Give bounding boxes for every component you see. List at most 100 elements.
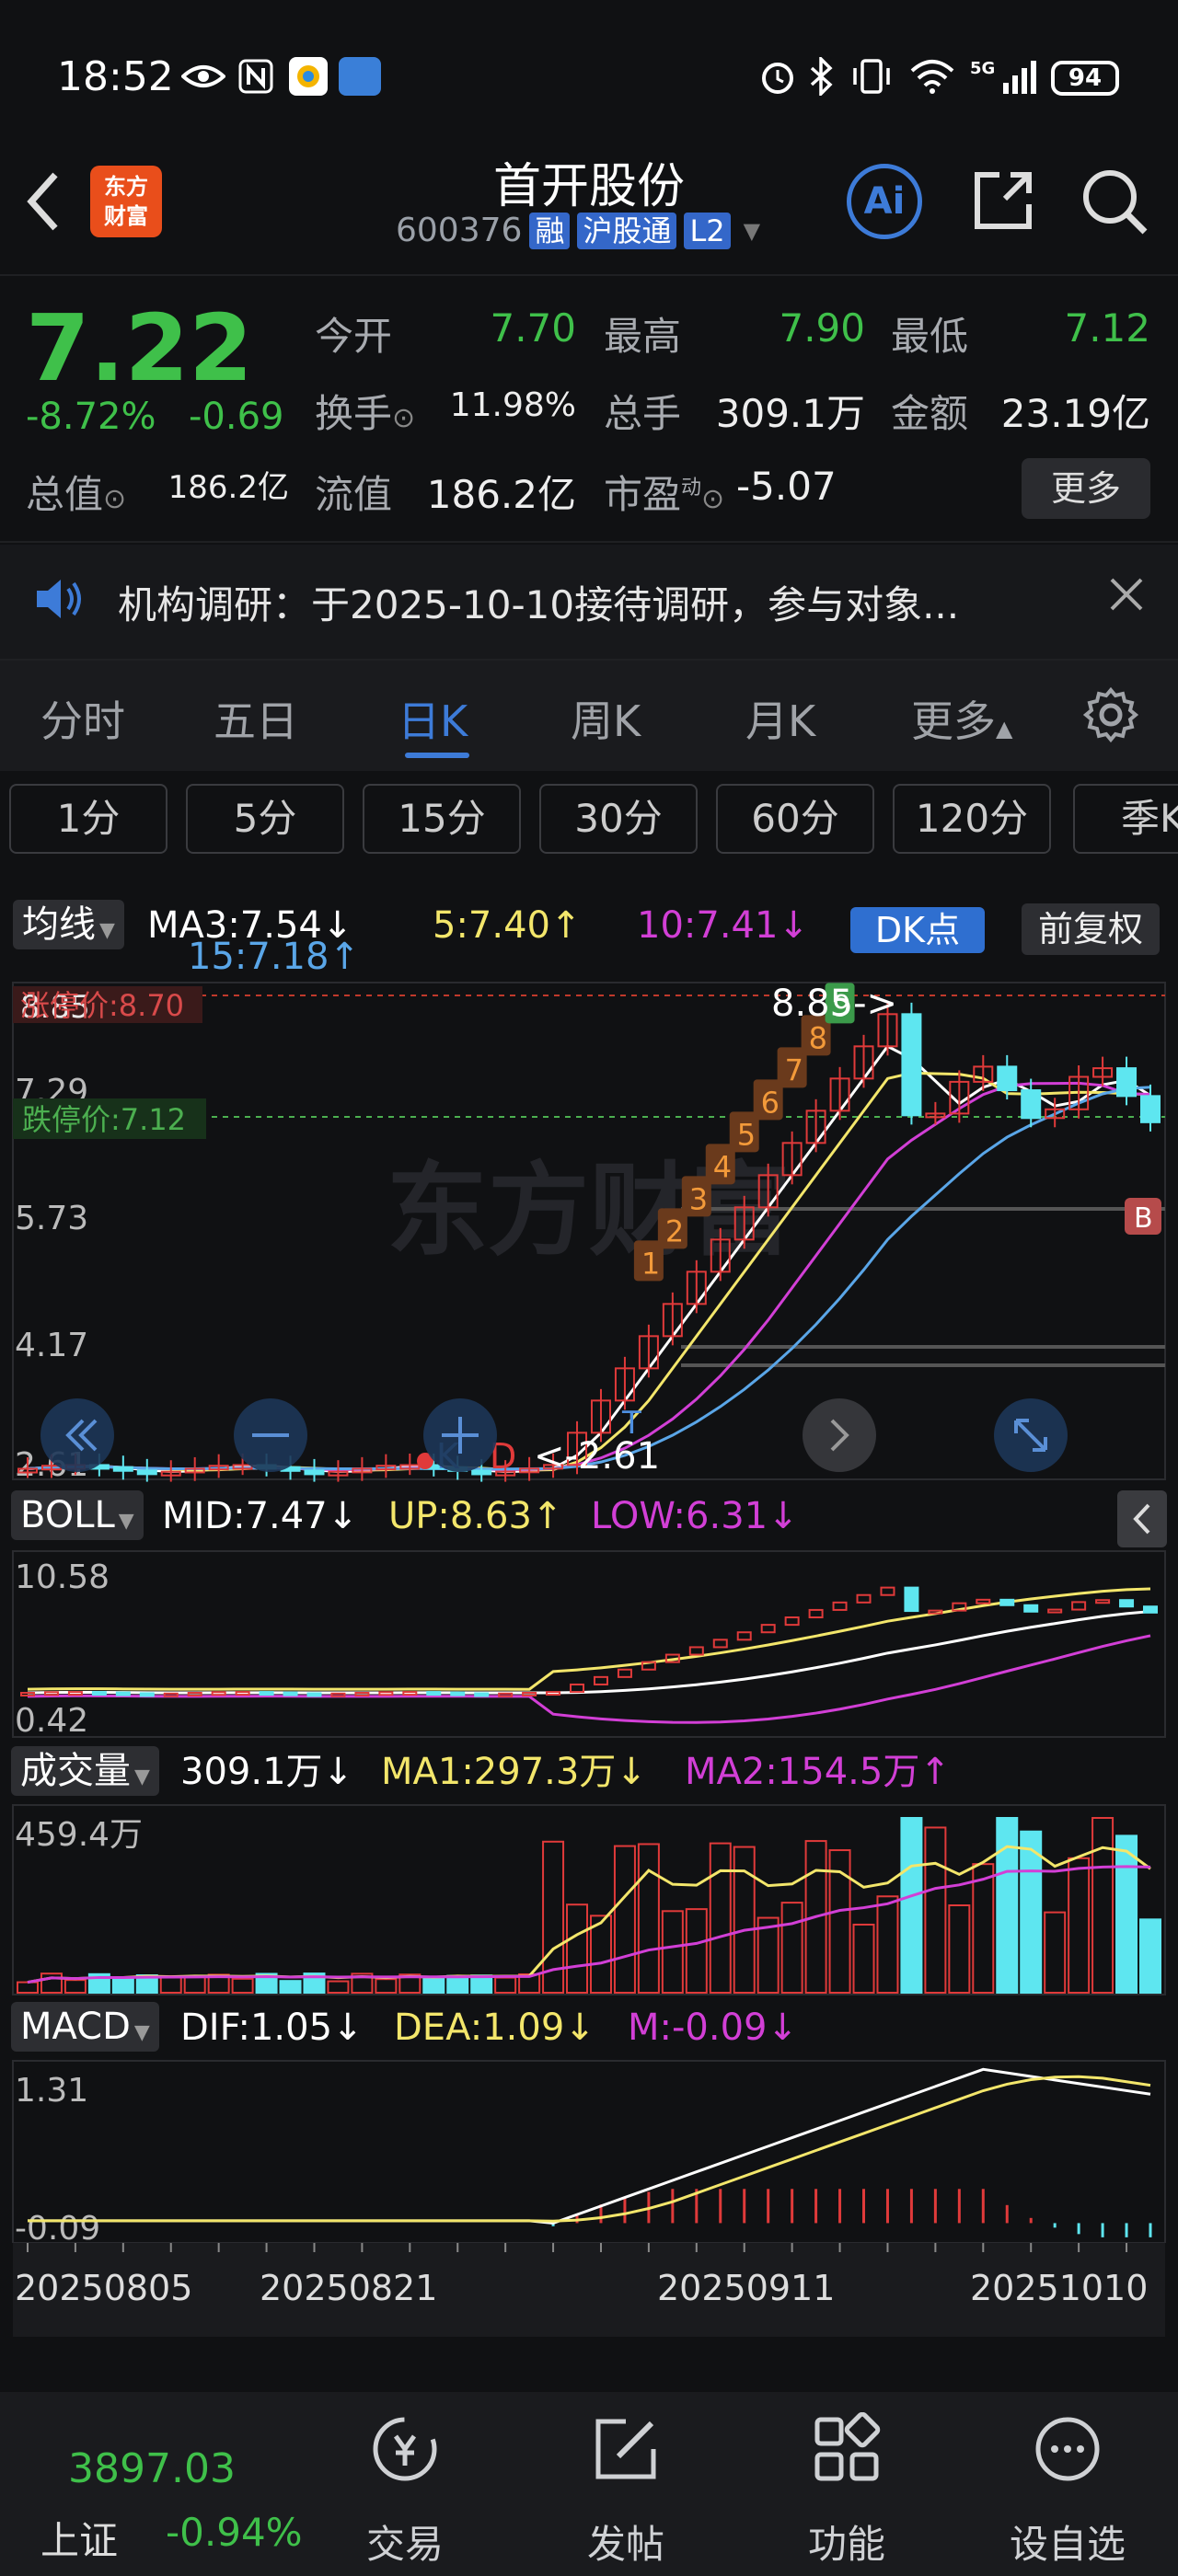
volume-bar (613, 1845, 636, 1995)
speaker-icon (33, 576, 85, 626)
volume-bar (566, 1903, 589, 1994)
kline-candle (1116, 1056, 1138, 1106)
scroll-left-button[interactable] (40, 1398, 114, 1472)
kline-candle (304, 1458, 325, 1482)
macd-selector[interactable]: MACD ▼ (11, 2002, 159, 2052)
nav-watchlist[interactable]: 设自选 (976, 2392, 1160, 2576)
vibrate-icon (849, 57, 895, 96)
pe-label[interactable]: 市盈动⊙ (604, 464, 724, 520)
gear-icon (1082, 686, 1139, 743)
volume-current: 309.1万↓ (180, 1751, 354, 1793)
volume-bar (972, 1863, 995, 1994)
ma15-value: 15:7.18↑ (188, 936, 360, 978)
boll-selector[interactable]: BOLL ▼ (11, 1490, 144, 1540)
period-15min[interactable]: 15分 (363, 784, 521, 854)
period-5min[interactable]: 5分 (186, 784, 344, 854)
boll-candle (1143, 1605, 1158, 1614)
kline-candle (136, 1458, 157, 1482)
boll-candle (283, 1691, 298, 1696)
chart-settings-button[interactable] (1082, 686, 1139, 747)
tab-daily-k[interactable]: 日K (398, 688, 468, 749)
macd-legend: MACD ▼ DIF:1.05↓ DEA:1.09↓ M:-0.09↓ (0, 2002, 1178, 2053)
boll-candle (91, 1691, 107, 1696)
pe-value: -5.07 (736, 464, 837, 509)
period-1min[interactable]: 1分 (9, 784, 167, 854)
dk-point-button[interactable]: DK点 (850, 907, 985, 953)
kline-candle (662, 1292, 683, 1346)
boll-candle (570, 1683, 585, 1694)
tab-monthly-k[interactable]: 月K (745, 688, 815, 749)
index-ticker[interactable]: 3897.03 上证 -0.94% (28, 2392, 331, 2576)
macd-chart[interactable]: 1.31 -0.09 (0, 2059, 1178, 2243)
kline-candle (614, 1356, 635, 1410)
nav-features[interactable]: 功能 (755, 2392, 939, 2576)
boll-chart[interactable]: 10.58 0.42 (0, 1549, 1178, 1739)
tab-weekly-k[interactable]: 周K (571, 688, 641, 749)
adjust-mode-button[interactable]: 前复权 (1022, 903, 1160, 955)
more-button[interactable]: 更多 (1022, 458, 1150, 519)
boll-mid-line (27, 1610, 1151, 1695)
nfc-icon (237, 57, 274, 96)
boll-candle (1095, 1599, 1111, 1604)
nav-trade[interactable]: 交易 (313, 2392, 497, 2576)
tab-more[interactable]: 更多▲ (911, 688, 1012, 749)
limit-down-label: 跌停价:7.12 (22, 1102, 186, 1137)
volume-selector[interactable]: 成交量 ▼ (11, 1746, 159, 1796)
kline-chart[interactable]: 东方财富 8.85 涨停价:8.70 7.29 跌停价:7.12 5.73 4.… (0, 979, 1178, 1485)
volume-bar (685, 1908, 708, 1994)
market-cap-label[interactable]: 总值⊙ (26, 464, 126, 520)
period-60min[interactable]: 60分 (716, 784, 874, 854)
low-value: 7.12 (1064, 305, 1150, 351)
ylabel-2: 5.73 (15, 1200, 88, 1237)
nav-watchlist-label: 设自选 (1009, 2522, 1126, 2567)
svg-text:7: 7 (785, 1052, 803, 1087)
close-notice-button[interactable] (1106, 569, 1147, 627)
kline-candle (1021, 1078, 1042, 1128)
scroll-right-button[interactable] (803, 1398, 876, 1472)
volume-ma1: MA1:297.3万↓ (381, 1751, 647, 1793)
volume-label: 总手 (604, 391, 682, 436)
search-button[interactable] (1079, 166, 1149, 239)
chevron-left-icon (1133, 1503, 1150, 1535)
boll-ylabel-bottom: 0.42 (15, 1702, 88, 1739)
share-icon (975, 172, 1032, 229)
period-quarter[interactable]: 季K (1073, 784, 1178, 854)
ai-button[interactable]: Ai (847, 164, 922, 239)
tab-intraday[interactable]: 分时 (40, 688, 125, 749)
tag-margin: 融 (529, 212, 571, 249)
share-button[interactable] (968, 166, 1038, 239)
boll-candle (426, 1691, 442, 1696)
stock-code: 600376 (396, 212, 523, 249)
volume-bar (900, 1817, 923, 1994)
tab-five-day[interactable]: 五日 (214, 688, 298, 749)
wifi-icon (907, 57, 957, 96)
period-selector: 1分 5分 15分 30分 60分 120分 季K (0, 784, 1178, 859)
period-120min[interactable]: 120分 (893, 784, 1051, 854)
status-bar: 18:52 5G 94 (0, 37, 1178, 120)
svg-text:5: 5 (737, 1117, 756, 1152)
high-label: 最高 (604, 314, 682, 359)
volume-bar (637, 1843, 660, 1995)
volume-bar (183, 1975, 206, 1994)
notice-bar[interactable]: 机构调研：于2025-10-10接待调研，参与对象... (0, 545, 1178, 661)
boll-candle (712, 1639, 728, 1649)
fullscreen-button[interactable] (994, 1398, 1068, 1472)
svg-text:1: 1 (641, 1246, 660, 1281)
volume-bar (327, 1980, 350, 1994)
zoom-in-button[interactable] (423, 1398, 497, 1472)
quote-panel: 7.22 -8.72% -0.69 今开 7.70 最高 7.90 最低 7.1… (0, 276, 1178, 543)
volume-bar (17, 1981, 39, 1995)
volume-ylabel-top: 459.4万 (15, 1816, 143, 1854)
stock-code-line[interactable]: 600376 融 沪股通 L2 ▼ (396, 212, 760, 249)
boll-candle (760, 1624, 776, 1634)
chart-tabs: 分时 五日 日K 周K 月K 更多▲ (0, 661, 1178, 771)
turnover-label[interactable]: 换手⊙ (315, 383, 415, 439)
period-30min[interactable]: 30分 (539, 784, 698, 854)
volume-bar (111, 1976, 134, 1995)
volume-chart[interactable]: 459.4万 (0, 1803, 1178, 1996)
zoom-out-button[interactable] (234, 1398, 307, 1472)
nav-post[interactable]: 发帖 (534, 2392, 718, 2576)
boll-candle (736, 1631, 752, 1641)
collapse-panel-button[interactable] (1117, 1490, 1167, 1547)
app-icon (289, 57, 328, 96)
